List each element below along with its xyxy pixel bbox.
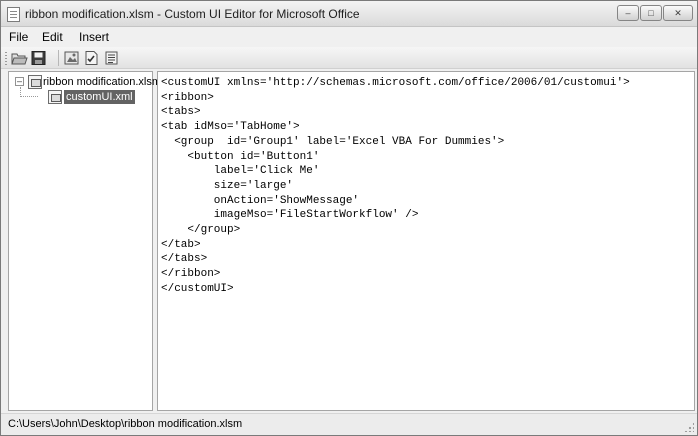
code-text[interactable]: <customUI xmlns='http://schemas.microsof… xyxy=(158,76,630,297)
maximize-button[interactable]: □ xyxy=(640,5,662,21)
code-line: <ribbon> xyxy=(161,91,214,104)
code-line: </customUI> xyxy=(161,282,234,295)
resize-grip-icon[interactable] xyxy=(684,422,694,432)
tree-item-customui-xml[interactable]: customUI.xml xyxy=(64,90,135,104)
toolbar-grip-icon[interactable] xyxy=(5,52,7,65)
document-tree[interactable]: – ribbon modification.xlsm customUI.xml xyxy=(8,71,161,411)
collapse-icon[interactable]: – xyxy=(15,77,24,86)
toolbar xyxy=(1,47,697,69)
save-icon[interactable] xyxy=(30,50,47,66)
app-icon xyxy=(7,7,20,22)
code-line: </ribbon> xyxy=(161,268,221,281)
menu-bar: File Edit Insert xyxy=(1,27,697,47)
code-line: <tab idMso='TabHome'> xyxy=(161,121,300,134)
main-content: – ribbon modification.xlsm customUI.xml … xyxy=(1,69,697,413)
menu-insert[interactable]: Insert xyxy=(79,30,109,44)
tree-connector xyxy=(20,96,38,97)
status-bar: C:\Users\John\Desktop\ribbon modificatio… xyxy=(1,413,697,435)
open-icon[interactable] xyxy=(11,50,28,66)
title-bar[interactable]: ribbon modification.xlsm - Custom UI Edi… xyxy=(1,1,697,27)
code-line: imageMso='FileStartWorkflow' /> xyxy=(161,209,419,222)
code-line: size='large' xyxy=(161,179,294,192)
xml-editor[interactable]: <customUI xmlns='http://schemas.microsof… xyxy=(157,71,695,411)
code-line: </group> xyxy=(161,224,241,237)
toolbar-separator xyxy=(58,50,59,66)
menu-file[interactable]: File xyxy=(9,30,28,44)
window-controls: – □ ✕ xyxy=(616,5,693,22)
code-line: <tabs> xyxy=(161,106,201,119)
close-button[interactable]: ✕ xyxy=(663,5,693,21)
generate-callbacks-icon[interactable] xyxy=(103,50,120,66)
status-file-path: C:\Users\John\Desktop\ribbon modificatio… xyxy=(8,418,243,430)
validate-icon[interactable] xyxy=(83,50,100,66)
code-line: <customUI xmlns='http://schemas.microsof… xyxy=(161,77,630,89)
code-line: <group id='Group1' label='Excel VBA For … xyxy=(161,135,505,148)
code-line: label='Click Me' xyxy=(161,165,320,178)
menu-edit[interactable]: Edit xyxy=(42,30,63,44)
code-line: </tab> xyxy=(161,238,201,251)
code-line: </tabs> xyxy=(161,253,208,266)
xml-file-icon xyxy=(48,90,62,104)
code-line: <button id='Button1' xyxy=(161,150,320,163)
window-title: ribbon modification.xlsm - Custom UI Edi… xyxy=(25,7,360,21)
tree-item-workbook[interactable]: ribbon modification.xlsm xyxy=(43,76,161,88)
insert-icons-icon[interactable] xyxy=(63,50,80,66)
app-window: ribbon modification.xlsm - Custom UI Edi… xyxy=(0,0,698,436)
minimize-button[interactable]: – xyxy=(617,5,639,21)
workbook-icon xyxy=(28,75,42,89)
code-line: onAction='ShowMessage' xyxy=(161,194,360,207)
